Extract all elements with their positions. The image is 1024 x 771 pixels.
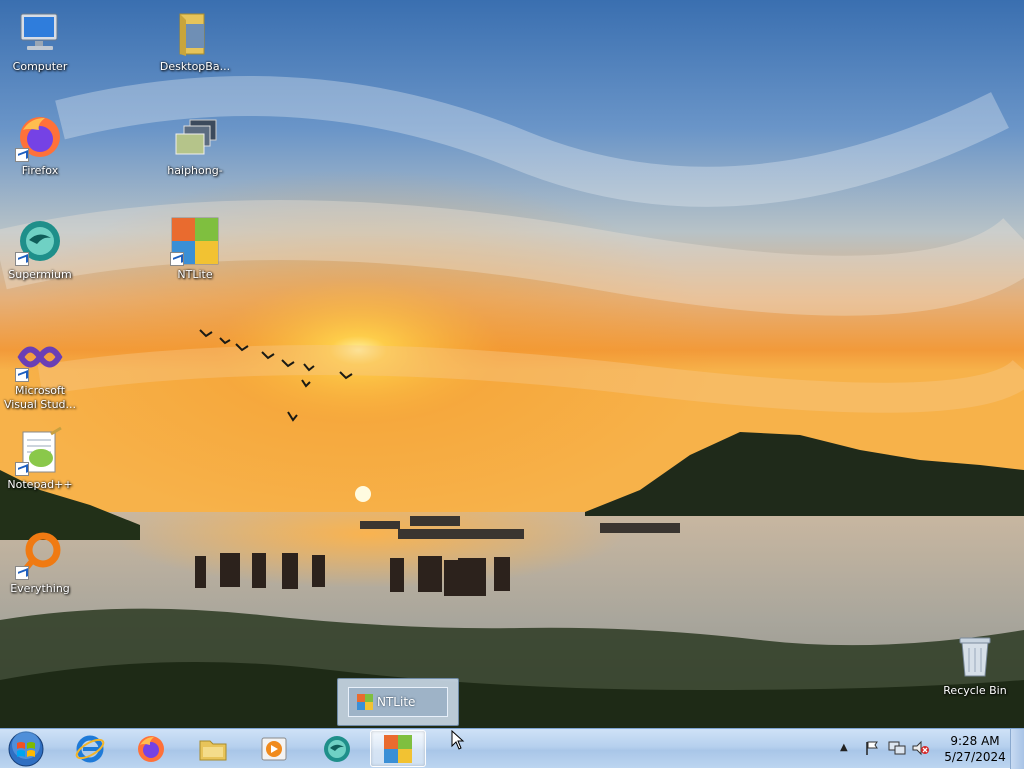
windows-start-icon	[8, 731, 44, 767]
supermium-icon	[324, 735, 350, 762]
desktop-icon-recycle-bin[interactable]: Recycle Bin	[935, 626, 1015, 698]
desktop-icon-notepadpp[interactable]: Notepad++	[0, 420, 80, 492]
desktop-icon-label: Microsoft Visual Stud...	[3, 384, 77, 411]
desktop: Computer DesktopBa... Firefox haiphong- …	[0, 0, 1024, 728]
taskbar: ▲ 9:28 AM 5/27/2024	[0, 728, 1024, 769]
wallpaper-sunset-image	[0, 0, 1024, 728]
visual-studio-icon	[15, 332, 65, 382]
taskbar-file-explorer[interactable]	[185, 730, 241, 767]
firefox-icon	[138, 735, 164, 762]
desktop-icon-visual-studio[interactable]: Microsoft Visual Stud...	[0, 326, 80, 412]
taskbar-thumbnail-preview[interactable]: NTLite	[337, 678, 459, 726]
shortcut-arrow-icon	[15, 252, 29, 266]
desktop-icon-label: Supermium	[8, 268, 72, 281]
clock-date: 5/27/2024	[944, 750, 1006, 764]
show-hidden-icons-chevron[interactable]: ▲	[840, 742, 848, 753]
firefox-icon	[15, 112, 65, 162]
desktop-icon-label: DesktopBa...	[159, 60, 231, 73]
recycle-bin-icon	[950, 632, 1000, 682]
everything-icon	[15, 530, 65, 580]
desktop-icon-firefox[interactable]: Firefox	[0, 106, 80, 178]
folder-icon	[170, 8, 220, 58]
explorer-folder-icon	[199, 740, 227, 760]
shortcut-arrow-icon	[15, 148, 29, 162]
desktop-icon-label: haiphong-	[167, 164, 223, 177]
action-center-flag-icon[interactable]	[864, 740, 880, 760]
show-desktop-button[interactable]	[1010, 729, 1024, 769]
desktop-icon-everything[interactable]: Everything	[0, 524, 80, 596]
internet-explorer-icon	[75, 735, 105, 762]
image-file-icon	[170, 112, 220, 162]
ntlite-icon	[170, 216, 220, 266]
shortcut-arrow-icon	[15, 462, 29, 476]
system-clock[interactable]: 9:28 AM 5/27/2024	[940, 733, 1010, 765]
taskbar-firefox[interactable]	[123, 730, 179, 767]
ntlite-icon	[384, 734, 412, 763]
network-icon[interactable]	[888, 740, 906, 760]
notification-area: ▲ 9:28 AM 5/27/2024	[820, 729, 1006, 769]
desktop-icon-label: Notepad++	[7, 478, 73, 491]
preview-title: NTLite	[377, 695, 416, 709]
shortcut-arrow-icon	[170, 252, 184, 266]
desktop-icon-label: NTLite	[177, 268, 213, 281]
desktop-icon-computer[interactable]: Computer	[0, 2, 80, 74]
notepadpp-icon	[15, 426, 65, 476]
desktop-icon-supermium[interactable]: Supermium	[0, 210, 80, 282]
desktop-icon-desktopba[interactable]: DesktopBa...	[155, 2, 235, 74]
desktop-icon-label: Everything	[10, 582, 70, 595]
start-button[interactable]	[6, 731, 46, 767]
taskbar-media-player[interactable]	[246, 730, 302, 767]
desktop-icon-label: Recycle Bin	[943, 684, 1007, 697]
mouse-cursor-icon	[451, 730, 465, 750]
preview-window-thumbnail[interactable]: NTLite	[348, 687, 448, 717]
ntlite-icon	[349, 694, 373, 710]
computer-icon	[15, 8, 65, 58]
media-player-icon	[261, 737, 287, 760]
taskbar-internet-explorer[interactable]	[62, 730, 118, 767]
supermium-icon	[15, 216, 65, 266]
taskbar-supermium[interactable]	[309, 730, 365, 767]
shortcut-arrow-icon	[15, 566, 29, 580]
volume-muted-icon[interactable]	[912, 740, 930, 760]
taskbar-ntlite[interactable]	[370, 730, 426, 767]
desktop-icon-label: Computer	[12, 60, 68, 73]
desktop-icon-label: Firefox	[21, 164, 59, 177]
clock-time: 9:28 AM	[950, 734, 1000, 748]
desktop-icon-haiphong[interactable]: haiphong-	[155, 106, 235, 178]
desktop-icon-ntlite[interactable]: NTLite	[155, 210, 235, 282]
shortcut-arrow-icon	[15, 368, 29, 382]
